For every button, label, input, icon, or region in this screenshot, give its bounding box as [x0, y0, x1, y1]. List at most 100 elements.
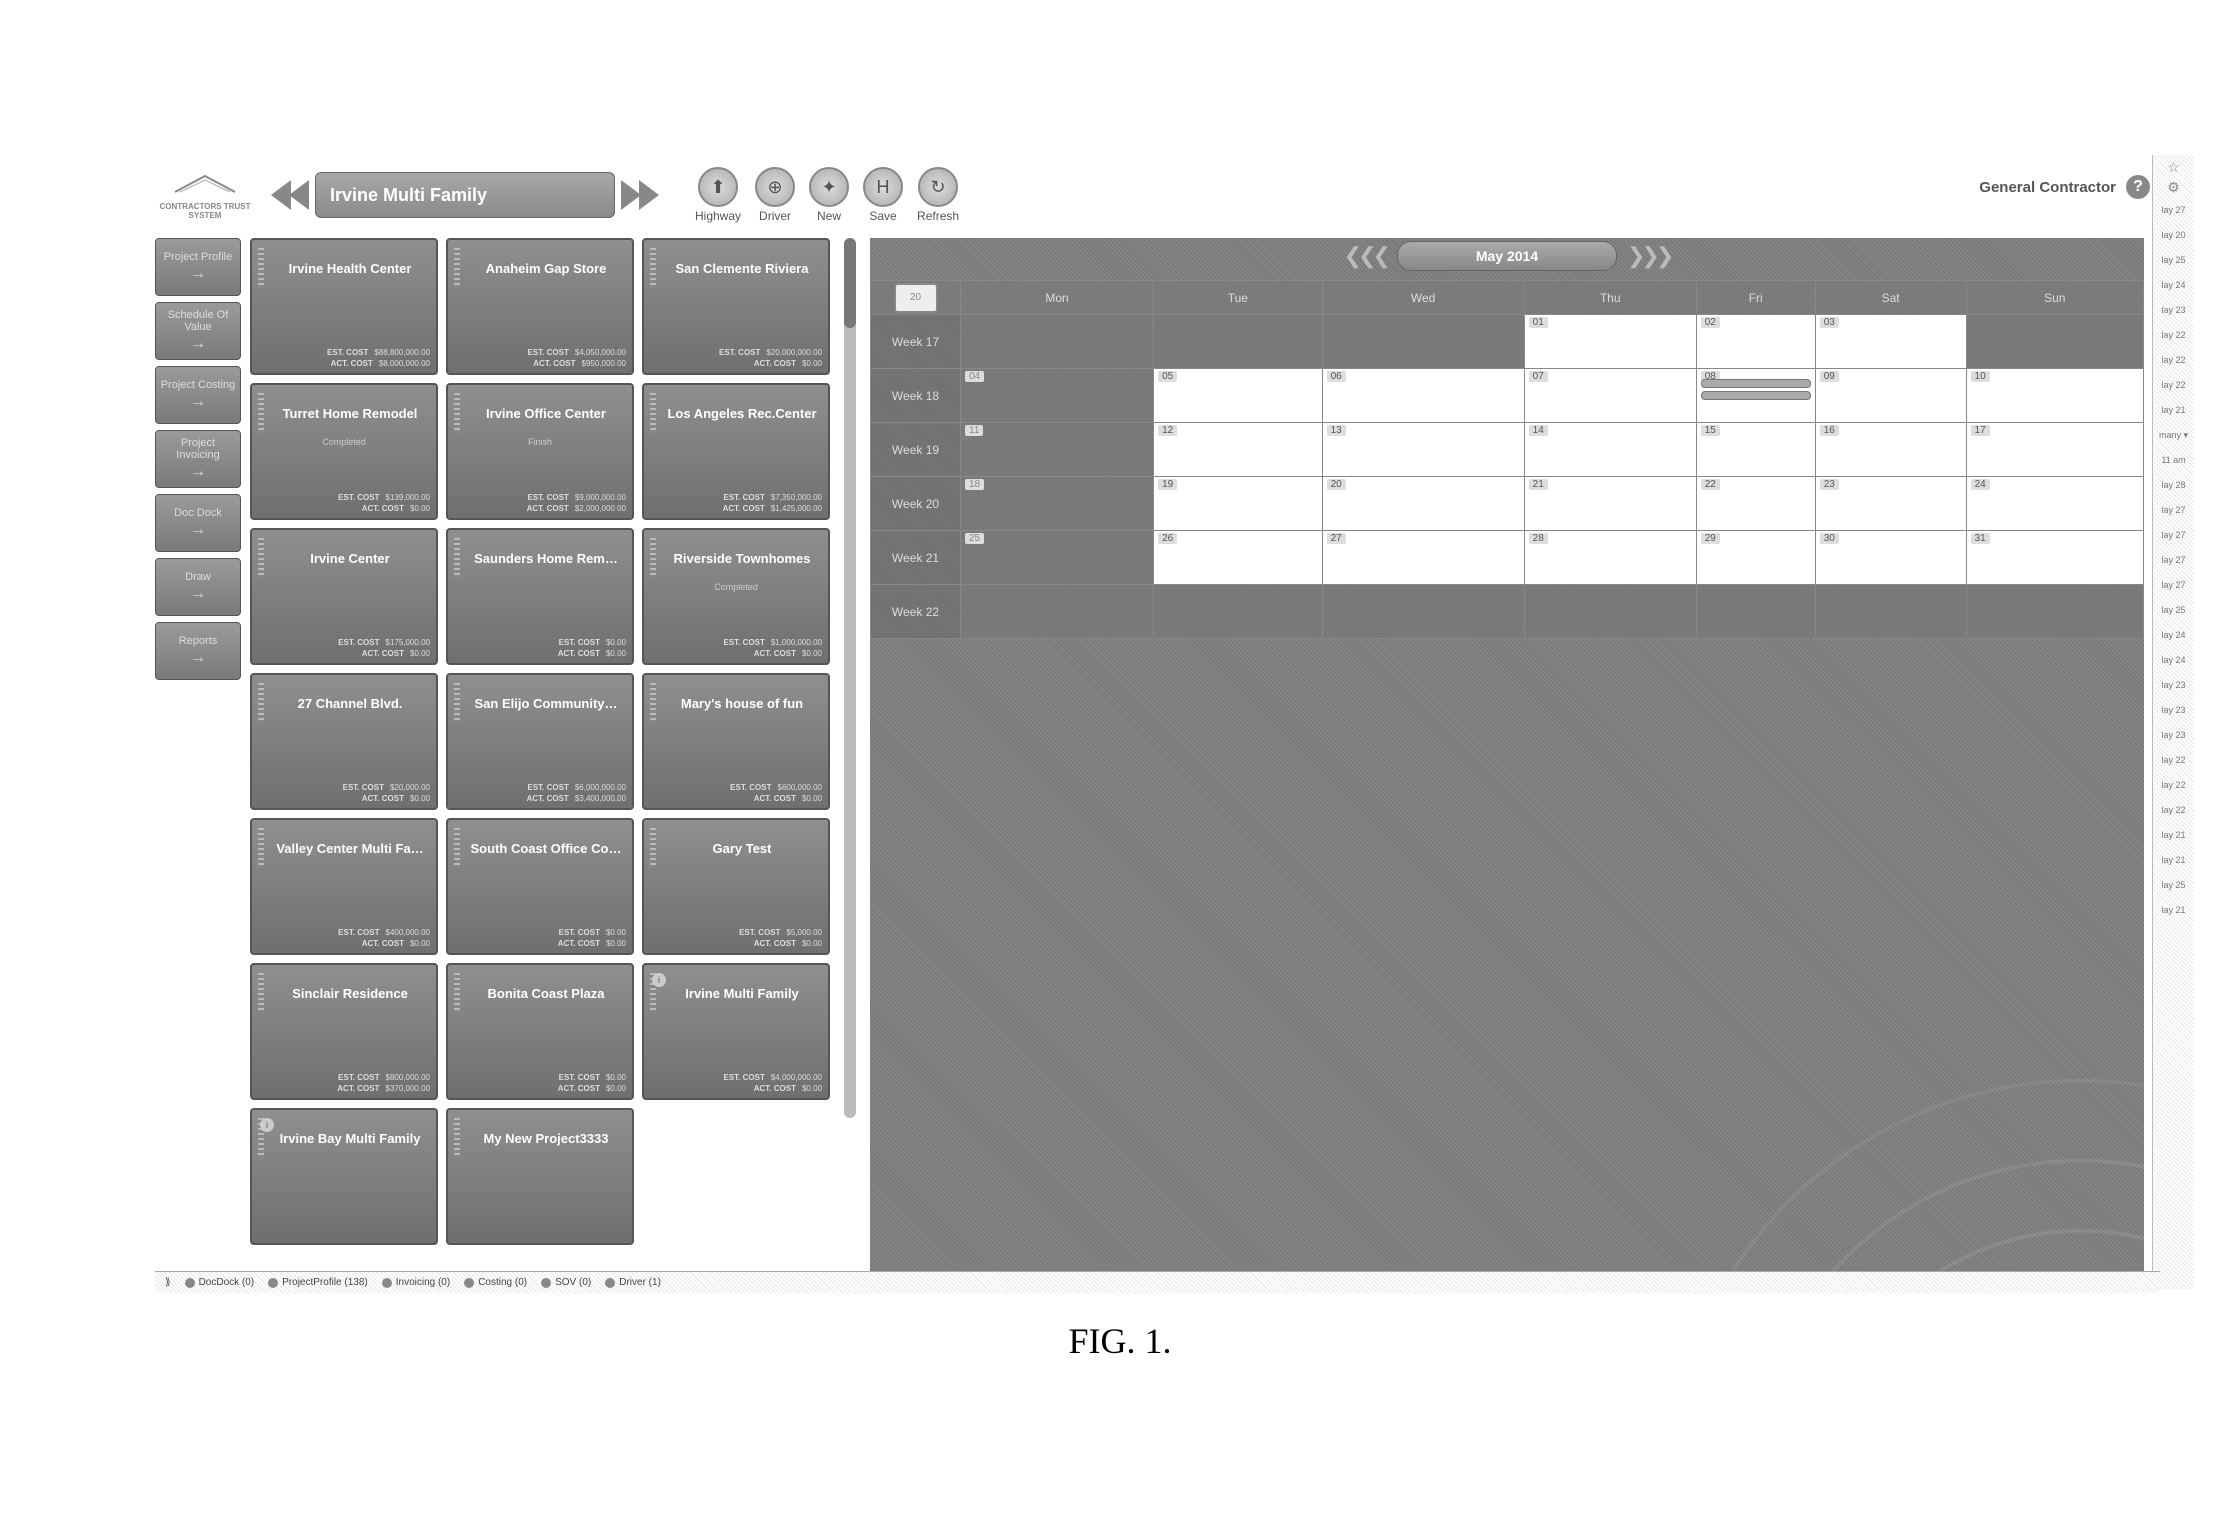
right-strip-item[interactable]: lay 27 — [2161, 524, 2185, 546]
sidebar-item-project-invoicing[interactable]: Project Invoicing→ — [155, 430, 241, 488]
calendar-cell[interactable]: 03 — [1815, 315, 1966, 369]
project-card[interactable]: i Irvine Bay Multi Family — [250, 1108, 438, 1245]
calendar-cell[interactable]: 28 — [1524, 531, 1696, 585]
calendar-cell[interactable]: 16 — [1815, 423, 1966, 477]
calendar-cell[interactable] — [1696, 585, 1815, 639]
calendar-cell[interactable]: 29 — [1696, 531, 1815, 585]
project-card[interactable]: San Elijo Community… EST. COST$6,000,000… — [446, 673, 634, 810]
right-strip-item[interactable]: lay 21 — [2161, 849, 2185, 871]
calendar-cell[interactable]: 10 — [1966, 369, 2143, 423]
driver-button[interactable]: ⊕Driver — [755, 167, 795, 223]
calendar-cell[interactable]: 24 — [1966, 477, 2143, 531]
calendar-cell[interactable]: 30 — [1815, 531, 1966, 585]
calendar-cell[interactable]: 02 — [1696, 315, 1815, 369]
calendar-cell[interactable] — [961, 585, 1154, 639]
project-card[interactable]: i Irvine Multi Family EST. COST$4,000,00… — [642, 963, 830, 1100]
status-item[interactable]: Costing (0) — [464, 1277, 527, 1288]
calendar-next-button[interactable]: ❯❯❯ — [1627, 243, 1670, 269]
project-next-button[interactable] — [615, 172, 665, 218]
calendar-prev-button[interactable]: ❮❮❮ — [1344, 243, 1387, 269]
date-picker-icon[interactable]: 20 — [894, 283, 938, 313]
calendar-cell[interactable]: 14 — [1524, 423, 1696, 477]
status-item[interactable]: DocDock (0) — [185, 1277, 255, 1288]
right-strip-item[interactable]: lay 24 — [2161, 649, 2185, 671]
right-strip-item[interactable]: lay 24 — [2161, 624, 2185, 646]
calendar-cell[interactable] — [1966, 585, 2143, 639]
project-card[interactable]: Anaheim Gap Store EST. COST$4,050,000.00… — [446, 238, 634, 375]
sidebar-item-schedule-of-value[interactable]: Schedule Of Value→ — [155, 302, 241, 360]
project-card[interactable]: South Coast Office Co… EST. COST$0.00 AC… — [446, 818, 634, 955]
calendar-cell[interactable]: 12 — [1154, 423, 1322, 477]
right-strip-item[interactable]: lay 23 — [2161, 674, 2185, 696]
calendar-cell[interactable]: 25 — [961, 531, 1154, 585]
project-card[interactable]: Irvine Health Center EST. COST$88,800,00… — [250, 238, 438, 375]
right-strip-item[interactable]: lay 22 — [2161, 349, 2185, 371]
calendar-cell[interactable]: 27 — [1322, 531, 1524, 585]
refresh-button[interactable]: ↻Refresh — [917, 167, 959, 223]
right-strip-item[interactable]: lay 25 — [2161, 874, 2185, 896]
status-item[interactable]: Driver (1) — [605, 1277, 661, 1288]
calendar-event[interactable] — [1701, 391, 1811, 400]
expand-icon[interactable]: ⟫ — [165, 1277, 171, 1288]
calendar-cell[interactable]: 04 — [961, 369, 1154, 423]
right-strip-item[interactable]: lay 27 — [2161, 574, 2185, 596]
right-strip-item[interactable]: lay 21 — [2161, 824, 2185, 846]
calendar-cell[interactable]: 18 — [961, 477, 1154, 531]
project-card[interactable]: My New Project3333 — [446, 1108, 634, 1245]
sidebar-item-project-profile[interactable]: Project Profile→ — [155, 238, 241, 296]
project-card[interactable]: Riverside Townhomes Completed EST. COST$… — [642, 528, 830, 665]
calendar-cell[interactable] — [1322, 315, 1524, 369]
right-strip-item[interactable]: 11 am — [2161, 449, 2185, 471]
right-strip-item[interactable]: lay 28 — [2161, 474, 2185, 496]
right-strip-item[interactable]: lay 22 — [2161, 774, 2185, 796]
help-icon[interactable]: ? — [2126, 175, 2150, 199]
project-card[interactable]: Turret Home Remodel Completed EST. COST$… — [250, 383, 438, 520]
right-strip-item[interactable]: lay 24 — [2161, 274, 2185, 296]
project-card[interactable]: Irvine Center EST. COST$175,000.00 ACT. … — [250, 528, 438, 665]
calendar-cell[interactable]: 31 — [1966, 531, 2143, 585]
calendar-cell[interactable]: 21 — [1524, 477, 1696, 531]
right-strip-item[interactable]: lay 21 — [2161, 399, 2185, 421]
sidebar-item-project-costing[interactable]: Project Costing→ — [155, 366, 241, 424]
gear-icon[interactable]: ⚙ — [2167, 179, 2180, 196]
calendar-cell[interactable] — [1154, 585, 1322, 639]
right-strip-item[interactable]: lay 23 — [2161, 299, 2185, 321]
calendar-cell[interactable]: 01 — [1524, 315, 1696, 369]
right-strip-item[interactable]: lay 22 — [2161, 374, 2185, 396]
project-card[interactable]: Gary Test EST. COST$5,000.00 ACT. COST$0… — [642, 818, 830, 955]
new-button[interactable]: ✦New — [809, 167, 849, 223]
project-card[interactable]: San Clemente Riviera EST. COST$20,000,00… — [642, 238, 830, 375]
calendar-cell[interactable]: 07 — [1524, 369, 1696, 423]
right-strip-item[interactable]: lay 20 — [2161, 224, 2185, 246]
right-strip-item[interactable]: lay 22 — [2161, 324, 2185, 346]
calendar-cell[interactable]: 20 — [1322, 477, 1524, 531]
project-card[interactable]: Bonita Coast Plaza EST. COST$0.00 ACT. C… — [446, 963, 634, 1100]
project-card[interactable]: 27 Channel Blvd. EST. COST$20,000.00 ACT… — [250, 673, 438, 810]
save-button[interactable]: HSave — [863, 167, 903, 223]
calendar-cell[interactable]: 17 — [1966, 423, 2143, 477]
project-title-pill[interactable]: Irvine Multi Family — [315, 172, 615, 218]
calendar-cell[interactable]: 26 — [1154, 531, 1322, 585]
project-card[interactable]: Irvine Office Center Finish EST. COST$9,… — [446, 383, 634, 520]
calendar-cell[interactable]: 09 — [1815, 369, 1966, 423]
right-strip-item[interactable]: lay 21 — [2161, 899, 2185, 921]
calendar-cell[interactable]: 13 — [1322, 423, 1524, 477]
sidebar-item-reports[interactable]: Reports→ — [155, 622, 241, 680]
project-prev-button[interactable] — [265, 172, 315, 218]
calendar-cell[interactable] — [1966, 315, 2143, 369]
calendar-cell[interactable]: 19 — [1154, 477, 1322, 531]
right-strip-item[interactable]: lay 22 — [2161, 799, 2185, 821]
calendar-month-label[interactable]: May 2014 — [1397, 241, 1617, 271]
calendar-cell[interactable]: 05 — [1154, 369, 1322, 423]
calendar-cell[interactable] — [1524, 585, 1696, 639]
right-strip-item[interactable]: lay 23 — [2161, 724, 2185, 746]
right-strip-item[interactable]: many ▾ — [2159, 424, 2188, 446]
right-strip-item[interactable]: lay 25 — [2161, 249, 2185, 271]
calendar-cell[interactable]: 22 — [1696, 477, 1815, 531]
right-strip-item[interactable]: lay 27 — [2161, 499, 2185, 521]
status-item[interactable]: SOV (0) — [541, 1277, 591, 1288]
project-card[interactable]: Saunders Home Rem… EST. COST$0.00 ACT. C… — [446, 528, 634, 665]
calendar-cell[interactable]: 15 — [1696, 423, 1815, 477]
right-strip-item[interactable]: lay 27 — [2161, 549, 2185, 571]
project-card[interactable]: Valley Center Multi Fa… EST. COST$400,00… — [250, 818, 438, 955]
